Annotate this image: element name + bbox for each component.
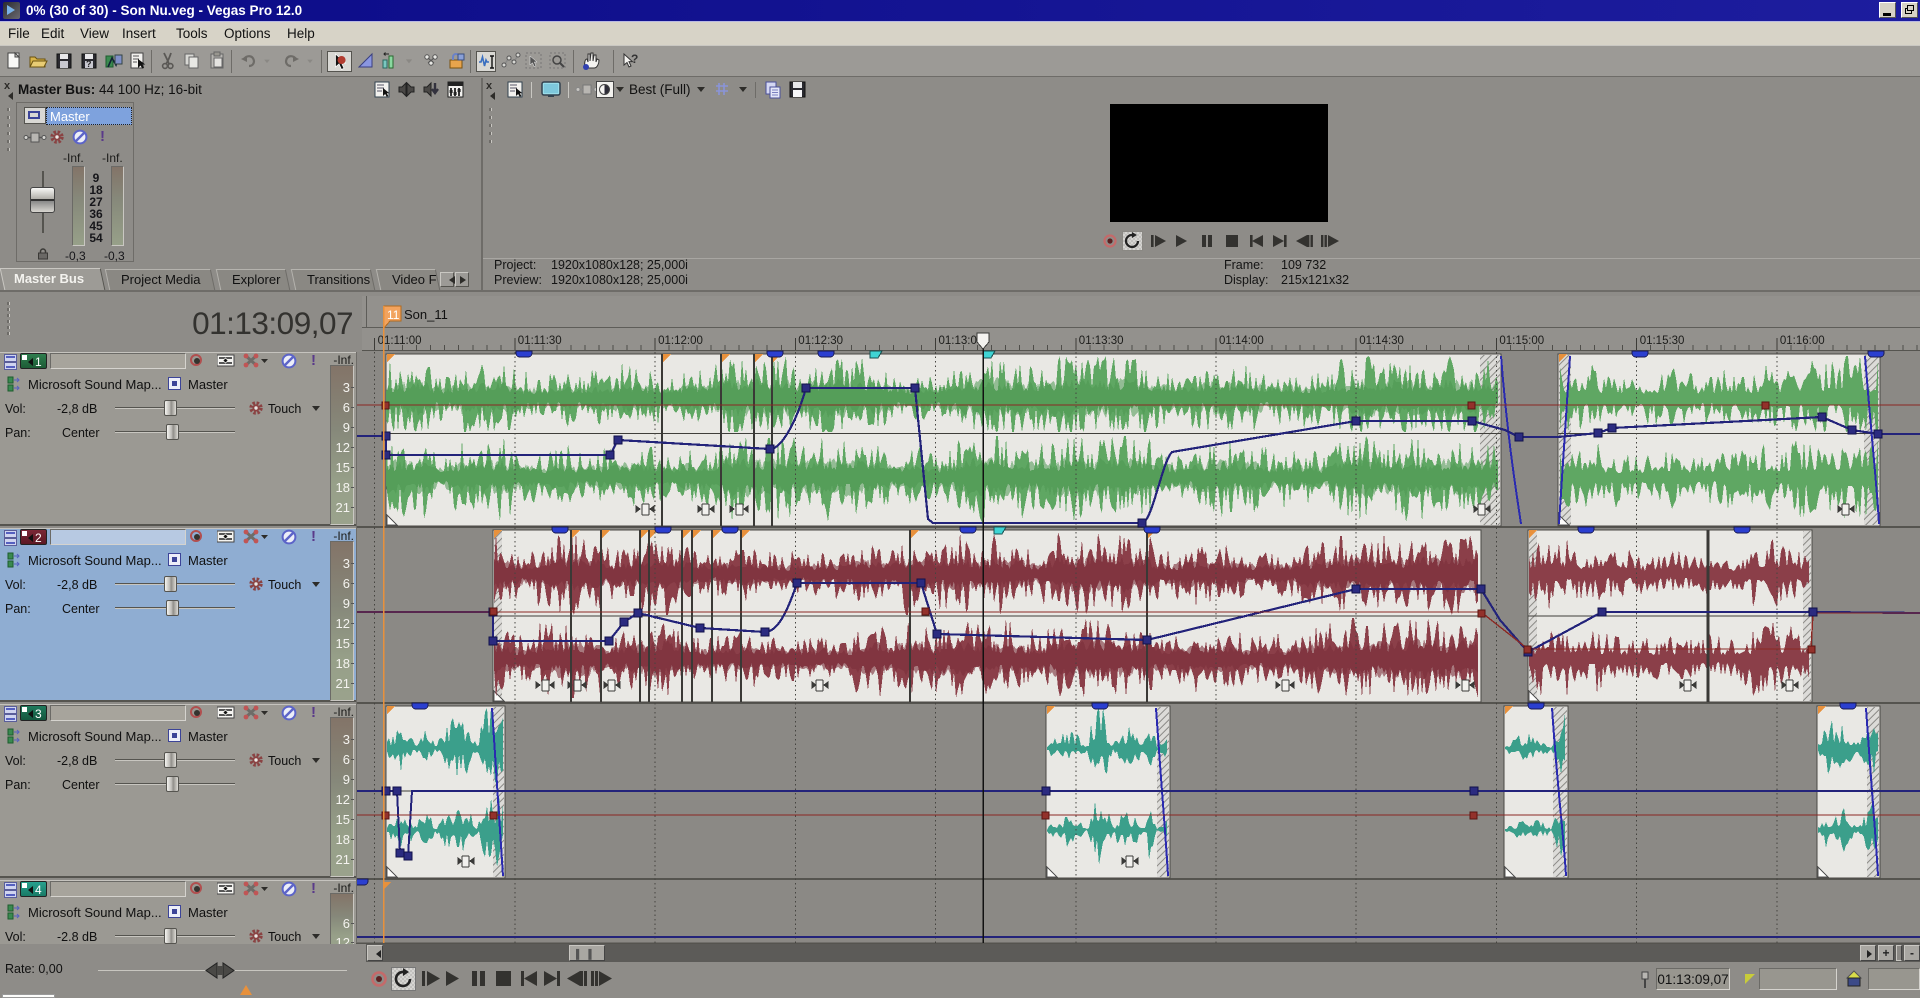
svg-text:01:12:00: 01:12:00 (658, 335, 703, 347)
svg-text:?: ? (631, 52, 638, 66)
svg-text:11: 11 (387, 308, 400, 322)
svg-text:01:11:30: 01:11:30 (518, 335, 562, 347)
svg-text:01:12:30: 01:12:30 (798, 335, 843, 347)
svg-text:01:15:30: 01:15:30 (1640, 335, 1685, 347)
svg-text:01:15:00: 01:15:00 (1499, 335, 1544, 347)
svg-text:?: ? (86, 59, 92, 69)
svg-text:01:16:00: 01:16:00 (1780, 335, 1825, 347)
svg-text:01:14:00: 01:14:00 (1219, 335, 1264, 347)
svg-text:01:14:30: 01:14:30 (1359, 335, 1404, 347)
svg-text:Son_11: Son_11 (404, 307, 448, 322)
svg-text:01:13:30: 01:13:30 (1079, 335, 1124, 347)
